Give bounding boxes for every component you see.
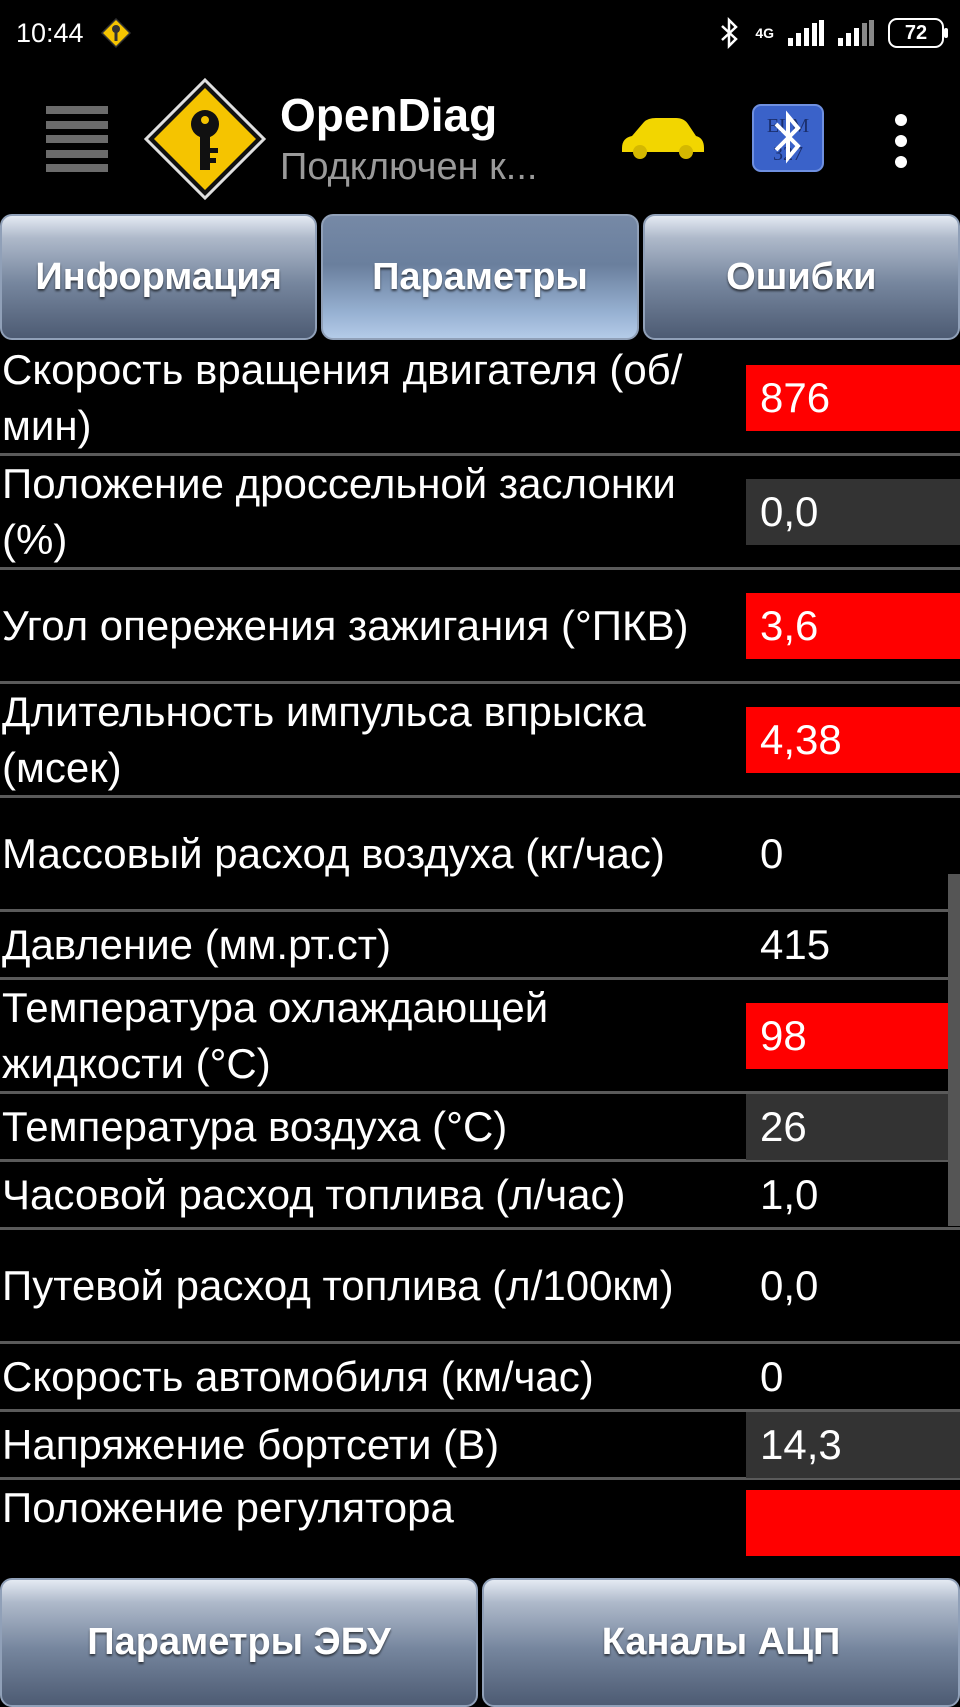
parameter-value: 415 [760, 920, 831, 968]
tab-parameters[interactable]: Параметры [321, 214, 639, 340]
list-item[interactable]: Температура воздуха (°С) 26 [0, 1093, 960, 1162]
battery-indicator: 72 [888, 18, 948, 48]
parameter-label: Скорость автомобиля (км/час) [2, 1352, 594, 1400]
parameter-value: 0 [760, 829, 784, 877]
bluetooth-icon [721, 17, 739, 49]
key-warning-icon [100, 17, 131, 49]
list-item[interactable]: Путевой расход топлива (л/100км) 0,0 [0, 1230, 960, 1344]
parameter-value: 876 [746, 364, 960, 431]
list-item[interactable]: Температура охлаждающей жидкости (°С) 98 [0, 980, 960, 1094]
status-right: 4G 72 [719, 17, 948, 49]
overflow-menu-icon[interactable] [890, 114, 912, 168]
parameter-value: 0,0 [760, 1261, 819, 1309]
tab-information[interactable]: Информация [0, 214, 318, 340]
signal-icon [788, 20, 824, 46]
app-logo-key-icon [143, 77, 267, 201]
list-item[interactable]: Давление (мм.рт.ст) 415 [0, 912, 960, 980]
parameter-value: 1,0 [760, 1170, 819, 1218]
status-time: 10:44 [16, 17, 84, 48]
ecu-parameters-button[interactable]: Параметры ЭБУ [0, 1578, 478, 1707]
app-bar: OpenDiag Подключен к... ELM 327 [0, 66, 960, 212]
parameter-value: 0,0 [746, 478, 960, 545]
parameter-label: Угол опережения зажигания (°ПКВ) [2, 601, 689, 649]
main-tabs: Информация Параметры Ошибки [0, 214, 960, 340]
parameter-value: 3,6 [746, 592, 960, 659]
parameter-value [746, 1490, 960, 1556]
parameter-value: 4,38 [746, 706, 960, 773]
parameter-label: Положение дроссельной заслонки (%) [2, 459, 676, 563]
list-item[interactable]: Часовой расход топлива (л/час) 1,0 [0, 1162, 960, 1230]
list-item[interactable]: Скорость автомобиля (км/час) 0 [0, 1344, 960, 1412]
connection-status: Подключен к... [280, 146, 538, 188]
parameter-label: Путевой расход топлива (л/100км) [2, 1261, 674, 1309]
parameter-label: Скорость вращения двигателя (об/мин) [2, 345, 683, 449]
list-item[interactable]: Угол опережения зажигания (°ПКВ) 3,6 [0, 570, 960, 684]
network-type: 4G [755, 25, 774, 41]
list-item[interactable]: Напряжение бортсети (В) 14,3 [0, 1411, 960, 1480]
parameter-value: 14,3 [746, 1411, 960, 1478]
parameter-value: 0 [760, 1352, 784, 1400]
adc-channels-button[interactable]: Каналы АЦП [482, 1578, 960, 1707]
car-icon[interactable] [618, 116, 706, 160]
parameter-label: Часовой расход топлива (л/час) [2, 1170, 626, 1218]
parameter-label: Температура охлаждающей жидкости (°С) [2, 983, 549, 1087]
parameter-label: Напряжение бортсети (В) [2, 1420, 500, 1468]
list-item[interactable]: Массовый расход воздуха (кг/час) 0 [0, 798, 960, 912]
status-left: 10:44 [16, 17, 132, 49]
app-title: OpenDiag [280, 89, 498, 141]
signal-icon [838, 20, 874, 46]
parameter-list[interactable]: Скорость вращения двигателя (об/мин) 876… [0, 342, 960, 1580]
parameter-value: 98 [746, 1002, 960, 1069]
list-item[interactable]: Положение дроссельной заслонки (%) 0,0 [0, 456, 960, 570]
parameter-label: Температура воздуха (°С) [2, 1102, 508, 1150]
list-scrollbar[interactable] [948, 874, 960, 1226]
list-item[interactable]: Длительность импульса впрыска (мсек) 4,3… [0, 684, 960, 798]
list-item[interactable]: Скорость вращения двигателя (об/мин) 876 [0, 342, 960, 456]
list-item[interactable]: Положение регулятора [0, 1480, 960, 1580]
status-bar: 10:44 4G 72 [0, 0, 960, 66]
parameter-label: Давление (мм.рт.ст) [2, 920, 392, 968]
parameter-label: Массовый расход воздуха (кг/час) [2, 829, 665, 877]
parameter-label: Длительность импульса впрыска (мсек) [2, 687, 646, 791]
bottom-buttons: Параметры ЭБУ Каналы АЦП [0, 1578, 960, 1707]
elm327-bluetooth-icon[interactable]: ELM 327 [752, 104, 824, 172]
parameter-value: 26 [746, 1093, 960, 1160]
tab-errors[interactable]: Ошибки [642, 214, 960, 340]
parameter-label: Положение регулятора [2, 1484, 454, 1531]
hamburger-icon[interactable] [46, 106, 108, 172]
app-titles: OpenDiag Подключен к... [280, 87, 537, 191]
